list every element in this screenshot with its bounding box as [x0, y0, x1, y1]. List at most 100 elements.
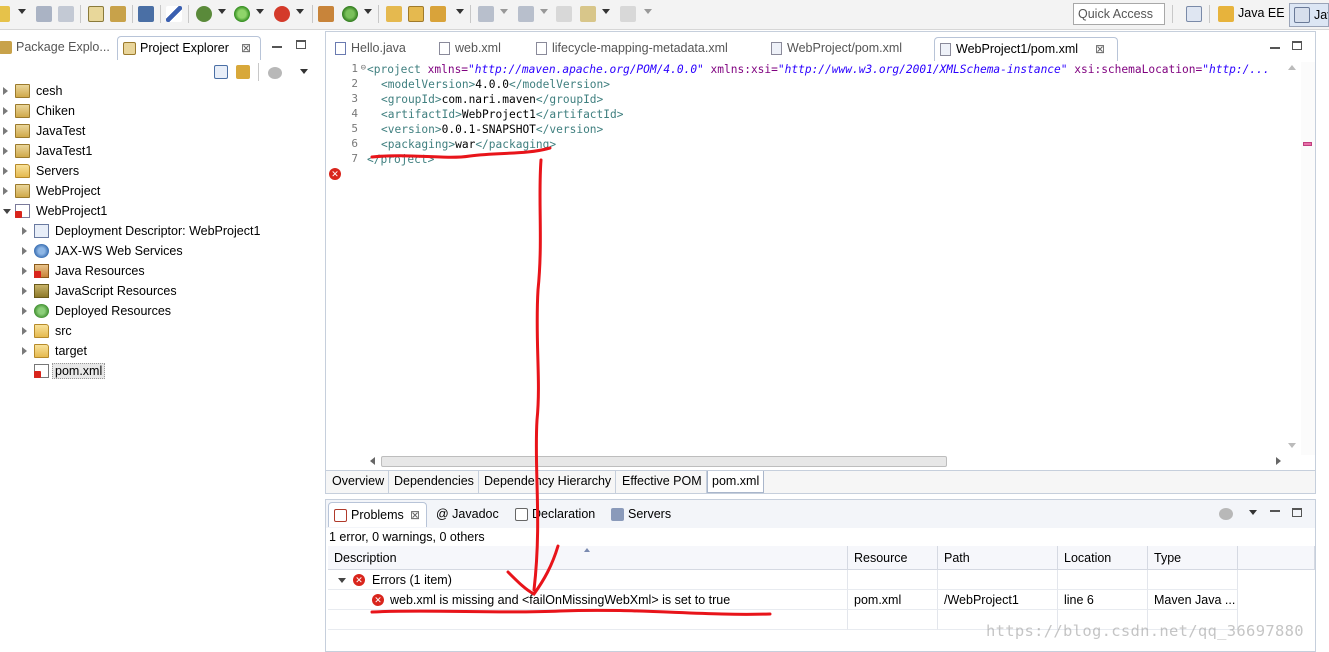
collapse-arrow-icon[interactable]: [3, 209, 11, 214]
back-icon[interactable]: [580, 6, 596, 22]
maximize-view-icon[interactable]: [1292, 508, 1302, 517]
annotation-prev-dropdown-arrow[interactable]: [540, 9, 548, 14]
tab-effective-pom[interactable]: Effective POM: [618, 471, 707, 493]
tree-node[interactable]: Deployment Descriptor: WebProject1: [0, 222, 320, 242]
expand-arrow-icon[interactable]: [3, 187, 8, 195]
tree-node[interactable]: src: [0, 322, 320, 342]
open-folder-icon[interactable]: [386, 6, 402, 22]
tab-dependencies[interactable]: Dependencies: [390, 471, 479, 493]
horizontal-scrollbar[interactable]: [367, 454, 1285, 468]
expand-arrow-icon[interactable]: [3, 167, 8, 175]
filters-icon[interactable]: [268, 67, 282, 79]
open-type-icon[interactable]: [88, 6, 104, 22]
save-all-icon[interactable]: [58, 6, 74, 22]
tab-webproject-pom[interactable]: WebProject/pom.xml: [766, 37, 926, 61]
save-icon[interactable]: [36, 6, 52, 22]
tree-node[interactable]: pom.xml: [0, 362, 320, 382]
column-type[interactable]: Type: [1148, 546, 1238, 570]
run-server-dropdown-arrow[interactable]: [296, 9, 304, 14]
maximize-editor-icon[interactable]: [1292, 41, 1302, 50]
vertical-scrollbar[interactable]: [1285, 62, 1299, 455]
expand-arrow-icon[interactable]: [3, 107, 8, 115]
open-project-icon[interactable]: [408, 6, 424, 22]
tab-package-explorer[interactable]: Package Explo...: [0, 36, 112, 60]
skip-breakpoints-icon[interactable]: [166, 6, 182, 22]
new-class-icon[interactable]: [342, 6, 358, 22]
view-menu-icon[interactable]: [1249, 510, 1257, 515]
error-overview-marker[interactable]: [1303, 142, 1312, 146]
run-server-icon[interactable]: [274, 6, 290, 22]
tab-hello-java[interactable]: Hello.java: [330, 37, 422, 61]
close-tab-icon[interactable]: ⊠: [241, 41, 251, 55]
close-tab-icon[interactable]: ⊠: [410, 508, 420, 522]
column-resource[interactable]: Resource: [848, 546, 938, 570]
console-icon[interactable]: [138, 6, 154, 22]
problem-row-description[interactable]: ✕ web.xml is missing and <failOnMissingW…: [328, 590, 848, 610]
new-icon[interactable]: [0, 6, 10, 22]
tab-problems[interactable]: Problems ⊠: [328, 502, 427, 527]
new-class-dropdown-arrow[interactable]: [364, 9, 372, 14]
maximize-view-icon[interactable]: [296, 40, 306, 49]
scroll-right-icon[interactable]: [1276, 457, 1281, 465]
tree-node[interactable]: target: [0, 342, 320, 362]
annotation-next-icon[interactable]: [478, 6, 494, 22]
last-edit-icon[interactable]: [556, 6, 572, 22]
open-task-icon[interactable]: [110, 6, 126, 22]
fold-toggle-icon[interactable]: ⊖: [359, 63, 366, 73]
annotation-next-dropdown-arrow[interactable]: [500, 9, 508, 14]
expand-arrow-icon[interactable]: [3, 147, 8, 155]
tree-node[interactable]: JAX-WS Web Services: [0, 242, 320, 262]
expand-arrow-icon[interactable]: [22, 267, 27, 275]
tree-node[interactable]: JavaTest: [0, 122, 320, 142]
tree-node[interactable]: Java Resources: [0, 262, 320, 282]
view-menu-icon[interactable]: [300, 69, 308, 74]
tree-node[interactable]: Servers: [0, 162, 320, 182]
tab-webproject1-pom[interactable]: WebProject1/pom.xml ⊠: [934, 37, 1118, 61]
expand-arrow-icon[interactable]: [22, 287, 27, 295]
debug-icon[interactable]: [196, 6, 212, 22]
search-dropdown-arrow[interactable]: [456, 9, 464, 14]
column-location[interactable]: Location: [1058, 546, 1148, 570]
expand-arrow-icon[interactable]: [22, 327, 27, 335]
expand-arrow-icon[interactable]: [3, 127, 8, 135]
filters-icon[interactable]: [1219, 508, 1233, 520]
new-package-icon[interactable]: [318, 6, 334, 22]
error-group-row[interactable]: ✕ Errors (1 item): [328, 570, 848, 590]
horizontal-scroll-thumb[interactable]: [381, 456, 947, 467]
tab-pom-xml[interactable]: pom.xml: [707, 471, 765, 493]
open-perspective-icon[interactable]: [1186, 6, 1202, 22]
tree-node[interactable]: WebProject1: [0, 202, 320, 222]
column-path[interactable]: Path: [938, 546, 1058, 570]
scroll-down-icon[interactable]: [1288, 443, 1296, 448]
forward-icon[interactable]: [620, 6, 636, 22]
collapse-all-icon[interactable]: [214, 65, 228, 79]
quick-access-input[interactable]: Quick Access: [1073, 3, 1165, 25]
tab-declaration[interactable]: Declaration: [510, 502, 606, 527]
tab-overview[interactable]: Overview: [328, 471, 390, 493]
tab-javadoc[interactable]: @ Javadoc: [430, 502, 506, 527]
tab-dependency-hierarchy[interactable]: Dependency Hierarchy: [480, 471, 617, 493]
close-tab-icon[interactable]: ⊠: [1095, 42, 1105, 56]
scroll-up-icon[interactable]: [1288, 65, 1296, 70]
tree-node[interactable]: Deployed Resources: [0, 302, 320, 322]
minimize-view-icon[interactable]: [1270, 510, 1280, 512]
code-area[interactable]: <project xmlns="http://maven.apache.org/…: [367, 62, 1285, 455]
expand-arrow-icon[interactable]: [3, 87, 8, 95]
tree-node[interactable]: WebProject: [0, 182, 320, 202]
tree-node[interactable]: Chiken: [0, 102, 320, 122]
expand-arrow-icon[interactable]: [22, 347, 27, 355]
collapse-arrow-icon[interactable]: [338, 578, 346, 583]
forward-dropdown-arrow[interactable]: [644, 9, 652, 14]
new-dropdown-arrow[interactable]: [18, 9, 26, 14]
search-tool-icon[interactable]: [430, 6, 446, 22]
minimize-view-icon[interactable]: [272, 46, 282, 48]
error-marker-icon[interactable]: ✕: [329, 168, 341, 180]
debug-dropdown-arrow[interactable]: [218, 9, 226, 14]
overview-ruler[interactable]: [1301, 62, 1315, 455]
minimize-editor-icon[interactable]: [1270, 47, 1280, 49]
tree-node[interactable]: JavaScript Resources: [0, 282, 320, 302]
annotation-prev-icon[interactable]: [518, 6, 534, 22]
tab-web-xml[interactable]: web.xml: [434, 37, 524, 61]
back-dropdown-arrow[interactable]: [602, 9, 610, 14]
tree-node[interactable]: JavaTest1: [0, 142, 320, 162]
